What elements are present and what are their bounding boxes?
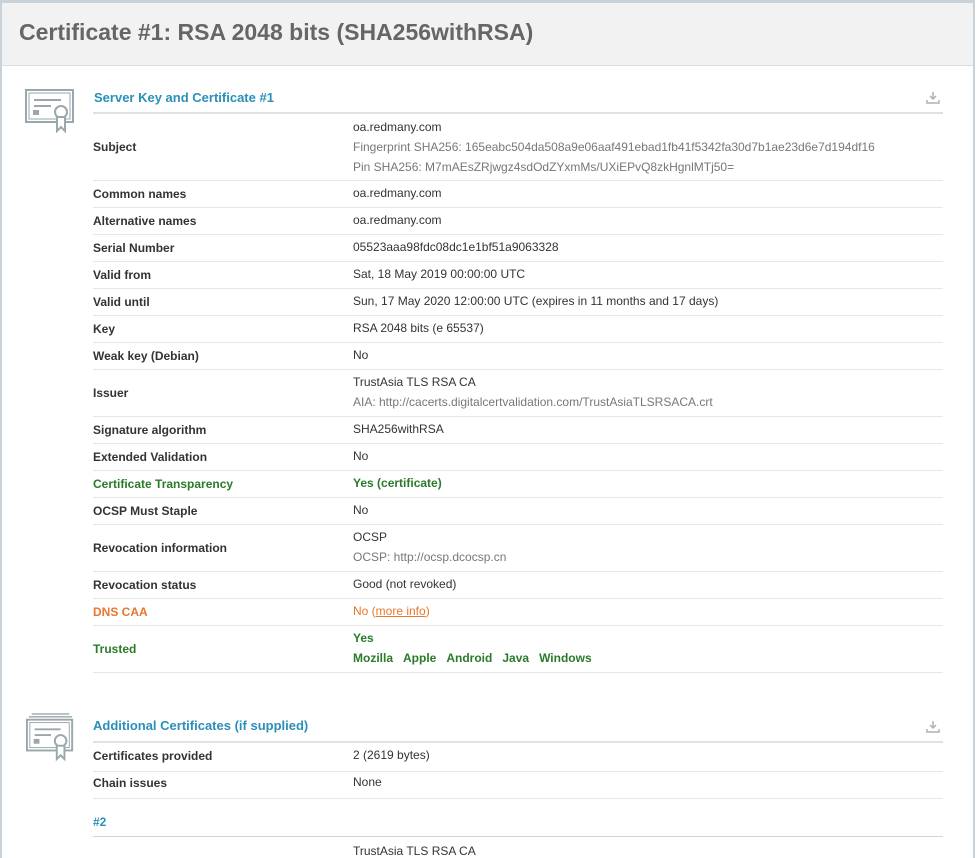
row-label: Chain issues	[93, 776, 168, 790]
row-value: Yes Mozilla Apple Android Java Windows	[353, 628, 602, 668]
row-label: Key	[93, 322, 116, 336]
table-row-weak-key: Weak key (Debian) No	[93, 342, 943, 370]
subject-value: oa.redmany.com	[353, 120, 442, 134]
row-label: Certificate Transparency	[93, 477, 234, 491]
dns-caa-prefix: No (	[353, 604, 376, 618]
issuer-value: TrustAsia TLS RSA CA	[353, 375, 476, 389]
row-value: oa.redmany.com	[353, 213, 442, 227]
table-row-extended-validation: Extended Validation No	[93, 443, 943, 471]
row-value: Sun, 17 May 2020 12:00:00 UTC (expires i…	[353, 294, 719, 308]
section-divider	[93, 112, 943, 114]
row-value: 2 (2619 bytes)	[353, 748, 430, 762]
row-value: Good (not revoked)	[353, 577, 457, 591]
table-row-key: Key RSA 2048 bits (e 65537)	[93, 315, 943, 343]
row-value: 05523aaa98fdc08dc1e1bf51a9063328	[353, 240, 559, 254]
row-label: Valid until	[93, 295, 150, 309]
cert-divider	[93, 836, 943, 837]
more-info-link[interactable]: more info	[376, 604, 426, 618]
row-value: No	[353, 503, 369, 517]
aia-value: AIA: http://cacerts.digitalcertvalidatio…	[353, 395, 713, 409]
table-row-issuer: Issuer TrustAsia TLS RSA CA AIA: http://…	[93, 369, 943, 417]
table-row-subject: Subject oa.redmany.com Fingerprint SHA25…	[93, 116, 943, 181]
row-label: Alternative names	[93, 214, 197, 228]
table-row-dns-caa: DNS CAA No (more info)	[93, 598, 943, 626]
certificates-stack-icon	[26, 713, 74, 762]
trust-stores: Mozilla Apple Android Java Windows	[353, 648, 602, 668]
trusted-value: Yes	[353, 631, 374, 645]
fingerprint-value: Fingerprint SHA256: 165eabc504da508a9e06…	[353, 140, 875, 154]
row-value: Yes (certificate)	[353, 476, 442, 490]
cert-number-label: #2	[93, 815, 107, 829]
download-icon[interactable]	[926, 91, 940, 105]
section-divider	[93, 741, 943, 743]
row-label: Issuer	[93, 386, 129, 400]
row-label: Subject	[93, 140, 137, 154]
table-row-valid-from: Valid from Sat, 18 May 2019 00:00:00 UTC	[93, 261, 943, 289]
row-label: Signature algorithm	[93, 423, 207, 437]
page-title: Certificate #1: RSA 2048 bits (SHA256wit…	[19, 19, 534, 45]
row-label: Weak key (Debian)	[93, 349, 199, 363]
page-header: Certificate #1: RSA 2048 bits (SHA256wit…	[2, 3, 973, 66]
table-row-alternative-names: Alternative names oa.redmany.com	[93, 207, 943, 235]
revocation-method: OCSP	[353, 530, 388, 544]
row-label: Valid from	[93, 268, 152, 282]
row-value: No (more info)	[353, 601, 430, 621]
row-label: Common names	[93, 187, 187, 201]
row-label: Trusted	[93, 642, 137, 656]
table-row-revocation-status: Revocation status Good (not revoked)	[93, 571, 943, 599]
row-label: Revocation information	[93, 541, 228, 555]
dns-caa-suffix: )	[425, 604, 430, 618]
row-label: Revocation status	[93, 578, 197, 592]
row-label: DNS CAA	[93, 605, 148, 619]
table-row-signature-algorithm: Signature algorithm SHA256withRSA	[93, 416, 943, 444]
row-label: OCSP Must Staple	[93, 504, 198, 518]
cert2-subject-value: TrustAsia TLS RSA CA	[353, 844, 476, 858]
row-label: Certificates provided	[93, 749, 213, 763]
row-value: SHA256withRSA	[353, 422, 444, 436]
table-row-certificate-transparency: Certificate Transparency Yes (certificat…	[93, 470, 943, 498]
row-value: No	[353, 449, 369, 463]
row-value: Sat, 18 May 2019 00:00:00 UTC	[353, 267, 526, 281]
section-title-server-key: Server Key and Certificate #1	[94, 90, 274, 105]
row-label: Extended Validation	[93, 450, 208, 464]
trust-store-android: Android	[446, 651, 493, 665]
ocsp-url: OCSP: http://ocsp.dcocsp.cn	[353, 550, 507, 564]
row-label: Serial Number	[93, 241, 175, 255]
table-row-chain-issues: Chain issues None	[93, 771, 943, 799]
section-title-additional-certificates: Additional Certificates (if supplied)	[93, 718, 309, 733]
download-icon[interactable]	[926, 720, 940, 734]
table-row-revocation-information: Revocation information OCSP OCSP: http:/…	[93, 524, 943, 572]
trust-store-windows: Windows	[539, 651, 592, 665]
certificate-icon	[25, 89, 74, 134]
row-value: TrustAsia TLS RSA CA AIA: http://cacerts…	[353, 372, 713, 412]
table-row-ocsp-must-staple: OCSP Must Staple No	[93, 497, 943, 525]
table-row-certificates-provided: Certificates provided 2 (2619 bytes)	[93, 744, 943, 772]
table-row-valid-until: Valid until Sun, 17 May 2020 12:00:00 UT…	[93, 288, 943, 316]
trust-store-apple: Apple	[403, 651, 437, 665]
pin-value: Pin SHA256: M7mAEsZRjwgz4sdOdZYxmMs/UXiE…	[353, 160, 735, 174]
row-value: oa.redmany.com	[353, 186, 442, 200]
table-row-serial-number: Serial Number 05523aaa98fdc08dc1e1bf51a9…	[93, 234, 943, 262]
row-value: OCSP OCSP: http://ocsp.dcocsp.cn	[353, 527, 506, 567]
trust-store-java: Java	[502, 651, 530, 665]
row-value: No	[353, 348, 369, 362]
row-value: None	[353, 775, 382, 789]
trust-store-mozilla: Mozilla	[353, 651, 394, 665]
row-value: RSA 2048 bits (e 65537)	[353, 321, 484, 335]
row-value: oa.redmany.com Fingerprint SHA256: 165ea…	[353, 117, 875, 177]
table-row-common-names: Common names oa.redmany.com	[93, 180, 943, 208]
table-row-trusted: Trusted Yes Mozilla Apple Android Java Windo…	[93, 625, 943, 673]
